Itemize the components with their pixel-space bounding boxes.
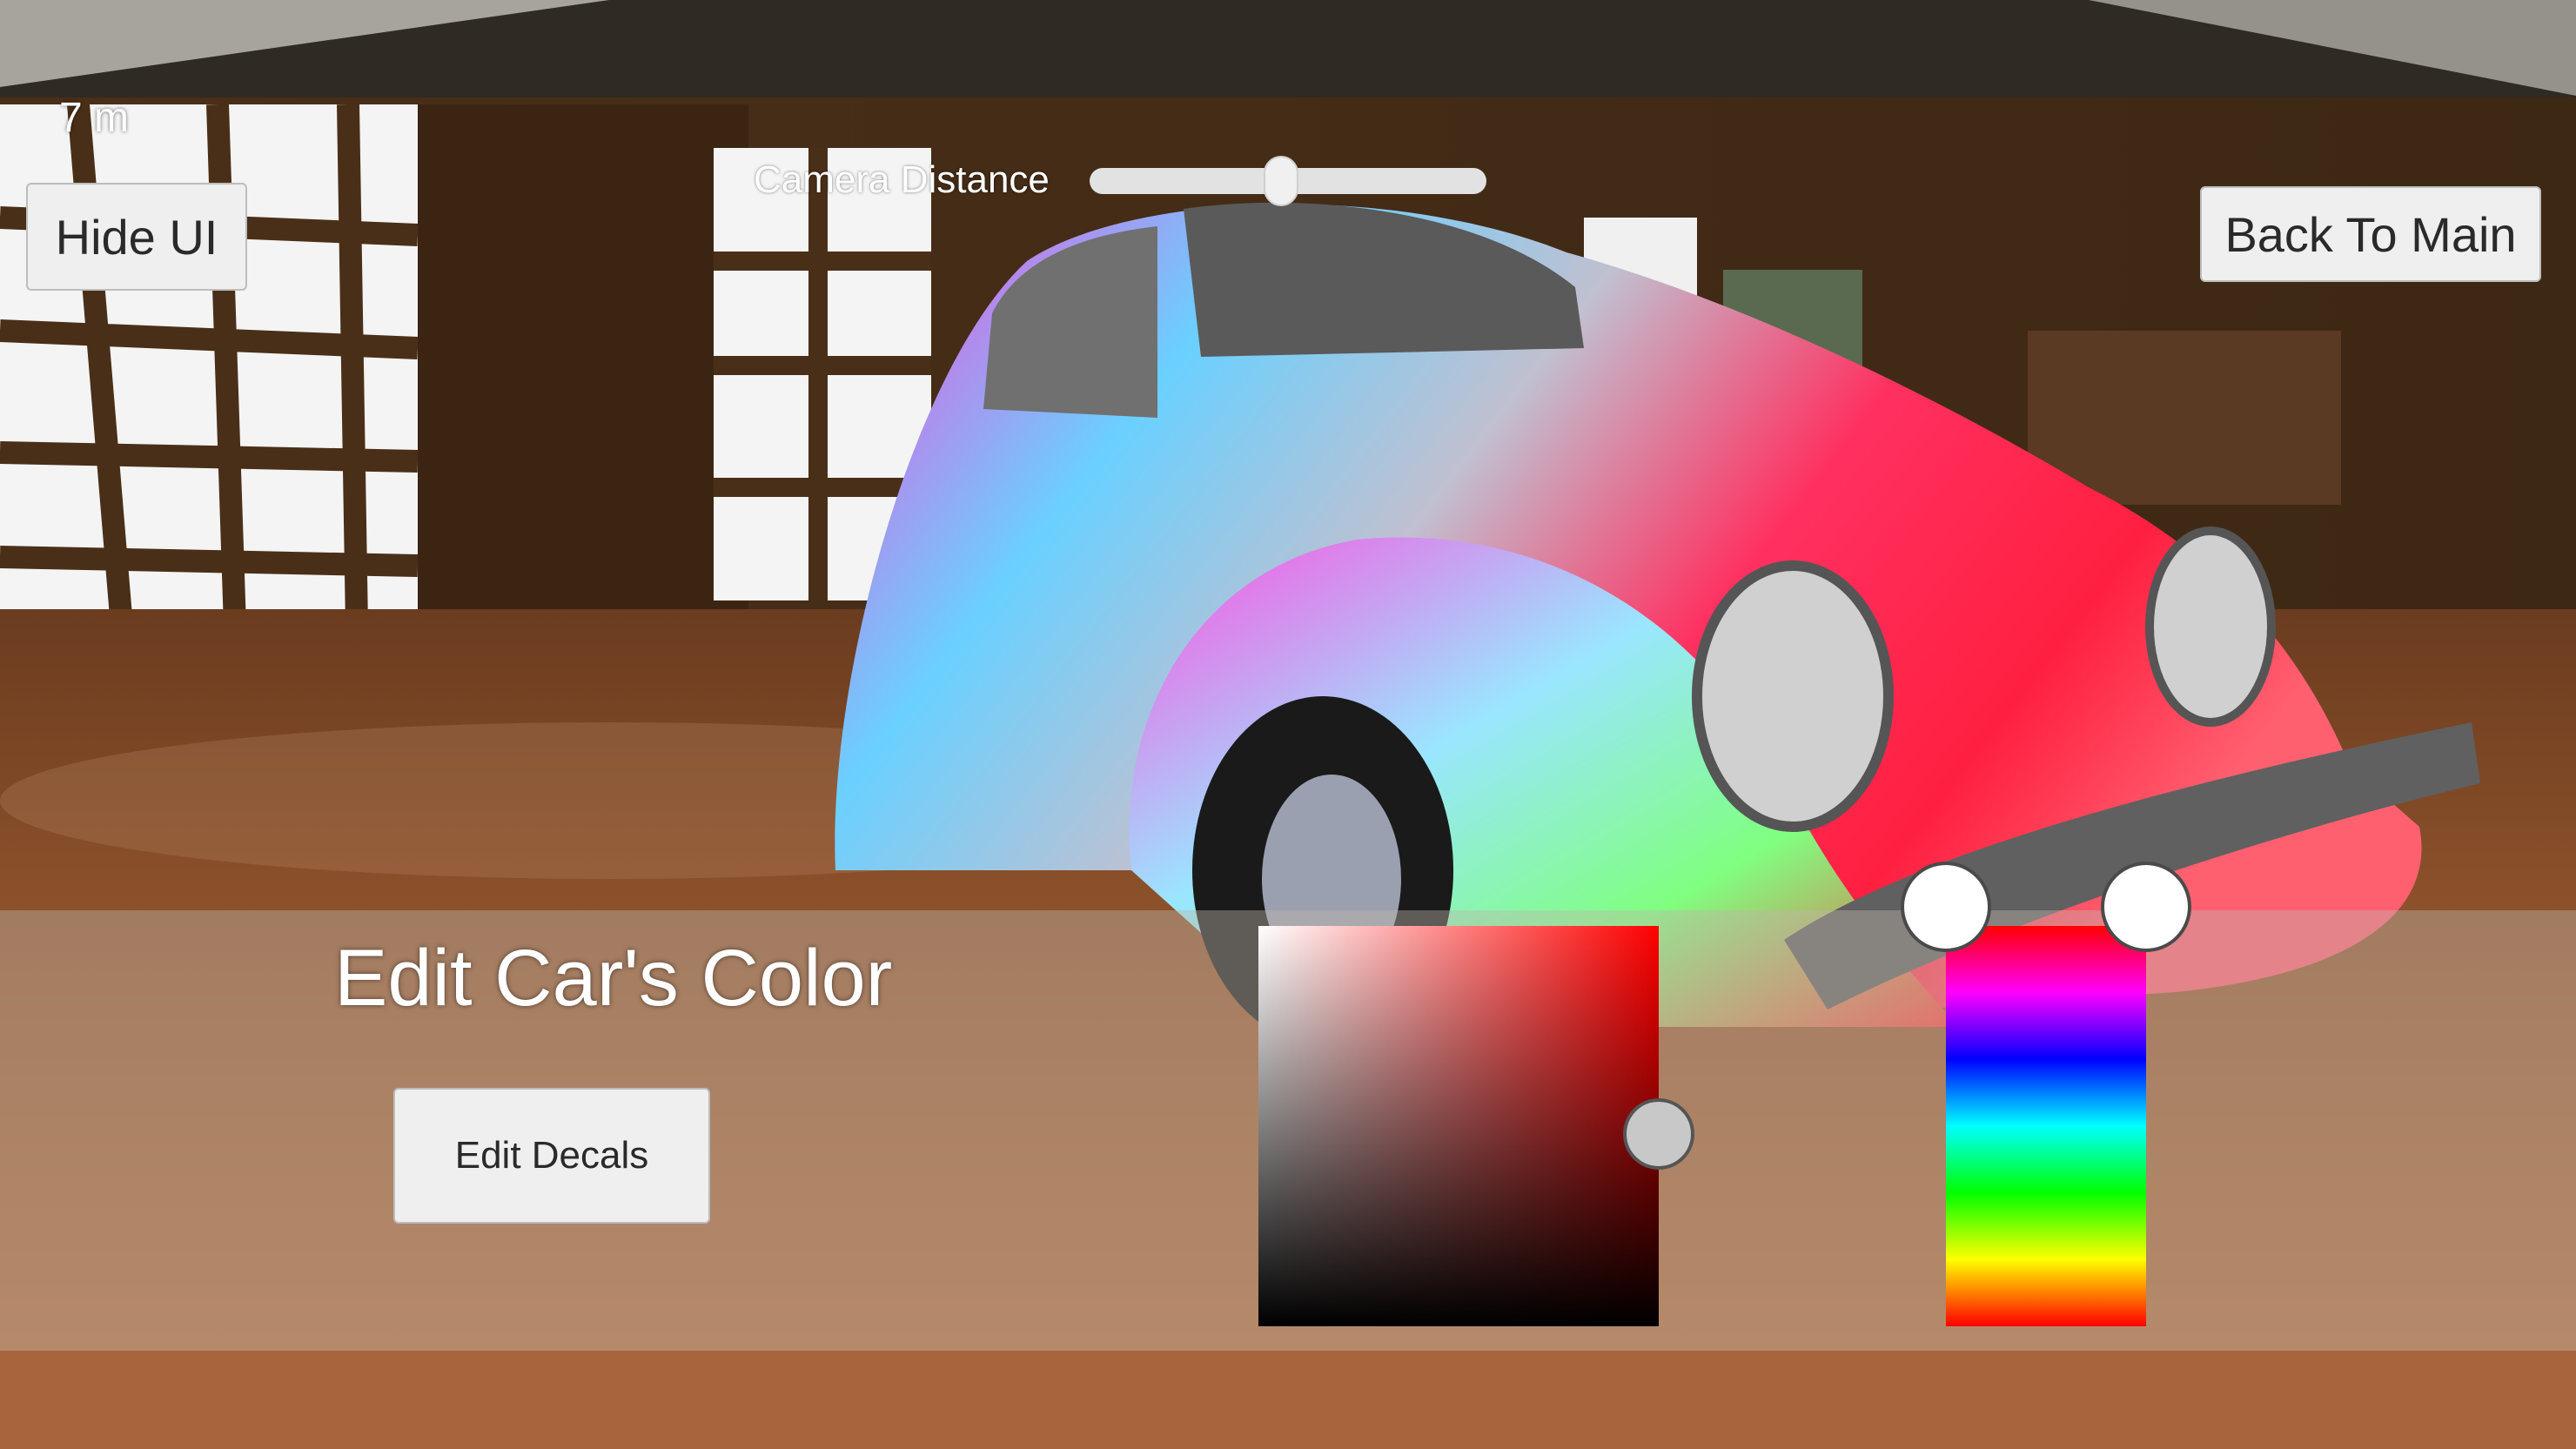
hide-ui-button[interactable]: Hide UI: [26, 183, 247, 291]
camera-distance-slider-handle[interactable]: [1263, 156, 1298, 206]
panel-title: Edit Car's Color: [334, 934, 893, 1023]
saturation-value-handle[interactable]: [1623, 1098, 1694, 1171]
edit-decals-button[interactable]: Edit Decals: [393, 1088, 710, 1224]
hue-range-min-handle[interactable]: [1901, 862, 1991, 952]
camera-distance-label: Camera Distance: [754, 158, 1050, 201]
fps-counter: 7 m: [59, 95, 130, 141]
saturation-value-picker[interactable]: [1258, 926, 1659, 1326]
hue-range-max-handle[interactable]: [2101, 862, 2191, 952]
back-to-main-button[interactable]: Back To Main: [2200, 186, 2541, 282]
hue-slider[interactable]: [1946, 926, 2146, 1326]
camera-distance-slider[interactable]: [1090, 156, 1486, 206]
